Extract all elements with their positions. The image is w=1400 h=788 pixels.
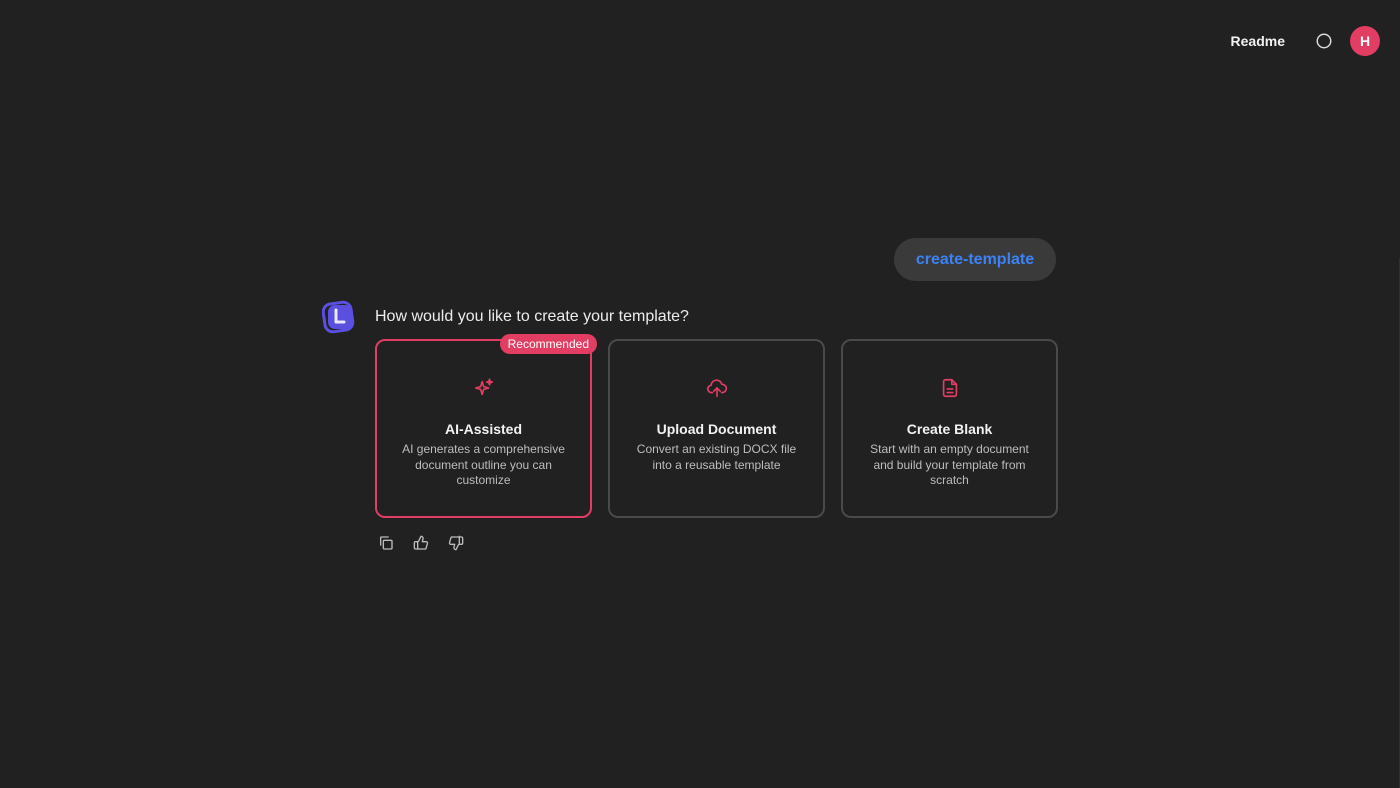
recommended-badge: Recommended (499, 334, 597, 354)
option-title: Create Blank (906, 421, 993, 437)
sparkles-icon (473, 377, 495, 399)
thumbs-up-icon[interactable] (412, 534, 430, 552)
cloud-upload-icon (706, 377, 728, 399)
option-cards: Recommended AI-Assisted AI generates a c… (375, 334, 1058, 518)
user-message-text: create-template (915, 250, 1035, 268)
option-card-create-blank[interactable]: Create Blank Start with an empty documen… (841, 339, 1058, 518)
copy-icon[interactable] (377, 534, 395, 552)
option-card-upload-document[interactable]: Upload Document Convert an existing DOCX… (608, 339, 825, 518)
user-message-bubble: create-template (894, 238, 1056, 281)
thumbs-down-icon[interactable] (447, 534, 465, 552)
option-card-ai-assisted[interactable]: Recommended AI-Assisted AI generates a c… (375, 334, 597, 518)
option-description: Convert an existing DOCX file into a reu… (636, 442, 797, 472)
option-description: AI generates a comprehensive document ou… (402, 442, 565, 487)
readme-link[interactable]: Readme (1231, 33, 1285, 49)
option-title: AI-Assisted (444, 421, 523, 437)
option-description: Start with an empty document and build y… (870, 442, 1029, 487)
top-bar: Readme H (1231, 24, 1380, 58)
assistant-logo-icon (321, 300, 356, 334)
assistant-question: How would you like to create your templa… (375, 308, 689, 325)
theme-toggle-icon[interactable] (1313, 30, 1335, 52)
option-title: Upload Document (656, 421, 777, 437)
message-actions (377, 534, 465, 552)
file-text-icon (939, 377, 961, 399)
user-avatar[interactable]: H (1350, 26, 1380, 56)
